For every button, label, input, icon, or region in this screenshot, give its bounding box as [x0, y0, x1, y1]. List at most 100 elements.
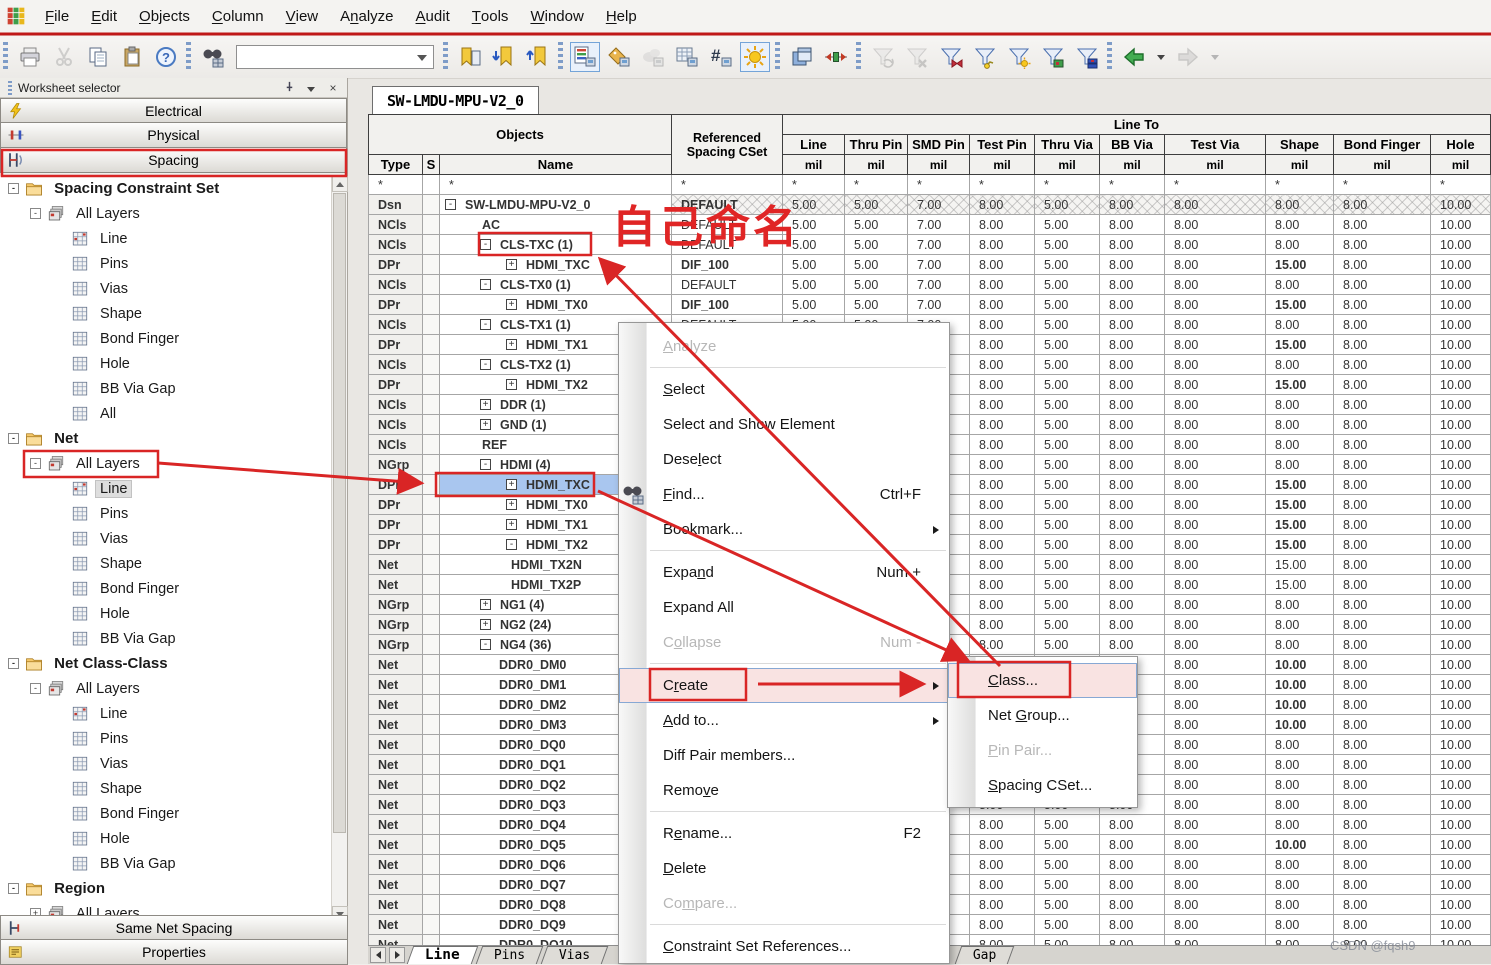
print-button[interactable]	[15, 42, 45, 72]
cell-test-pin[interactable]: 8.00	[969, 494, 1035, 515]
cell-bond-finger[interactable]: 8.00	[1333, 574, 1431, 595]
cell-bond-finger[interactable]: 8.00	[1333, 734, 1431, 755]
sheet-tab-overflow[interactable]: Gap	[954, 946, 1015, 964]
cell-bb-via[interactable]: 8.00	[1099, 474, 1165, 495]
context-menu-item-expand-all[interactable]: Expand All	[619, 590, 949, 625]
cell-bb-via[interactable]: 8.00	[1099, 894, 1165, 915]
tree-item-pins[interactable]: Pins	[0, 251, 331, 276]
menu-help[interactable]: Help	[595, 0, 648, 33]
window-stack-button[interactable]	[787, 42, 817, 72]
cell-bond-finger[interactable]: 8.00	[1333, 314, 1431, 335]
cell-bb-via[interactable]: 8.00	[1099, 234, 1165, 255]
cell-line[interactable]: 5.00	[782, 294, 845, 315]
cell-bb-via[interactable]: 8.00	[1099, 554, 1165, 575]
toolbar-separator-handle[interactable]	[856, 42, 861, 72]
cell-test-pin[interactable]: 8.00	[969, 414, 1035, 435]
cell-test-pin[interactable]: 8.00	[969, 394, 1035, 415]
cell-s[interactable]	[422, 474, 440, 495]
tree-item-shape[interactable]: Shape	[0, 551, 331, 576]
cell-referenced-cset[interactable]: DEFAULT	[671, 274, 783, 295]
cell-line[interactable]: 5.00	[782, 274, 845, 295]
filter-apply-green-button[interactable]	[1038, 42, 1068, 72]
cell-type[interactable]: DPr	[368, 474, 423, 495]
cell-shape[interactable]: 15.00	[1265, 294, 1334, 315]
cell-bond-finger[interactable]: 8.00	[1333, 594, 1431, 615]
cell-shape[interactable]: 8.00	[1265, 314, 1334, 335]
cell-bb-via[interactable]: 8.00	[1099, 374, 1165, 395]
cell-shape[interactable]: 8.00	[1265, 454, 1334, 475]
cell-thru-via[interactable]: 5.00	[1034, 394, 1100, 415]
tree-item-pins[interactable]: Pins	[0, 726, 331, 751]
cell-s[interactable]	[422, 854, 440, 875]
sidebar-category-physical[interactable]: Physical	[0, 123, 347, 148]
toolbar-separator-handle[interactable]	[558, 42, 563, 72]
cell-shape[interactable]: 8.00	[1265, 854, 1334, 875]
cell-s[interactable]	[422, 434, 440, 455]
cell-shape[interactable]: 8.00	[1265, 894, 1334, 915]
cell-bb-via[interactable]: 8.00	[1099, 614, 1165, 635]
cell-test-pin[interactable]: 8.00	[969, 454, 1035, 475]
cell-type[interactable]: Dsn	[368, 194, 423, 215]
cell-thru-via[interactable]: 5.00	[1034, 274, 1100, 295]
cell-name[interactable]: + HDMI_TX0	[439, 294, 672, 315]
cell-shape[interactable]: 8.00	[1265, 434, 1334, 455]
cell-hole[interactable]: 10.00	[1430, 694, 1491, 715]
cell-s[interactable]	[422, 714, 440, 735]
cell-type[interactable]: Net	[368, 694, 423, 715]
cell-shape[interactable]: 10.00	[1265, 694, 1334, 715]
cell-bond-finger[interactable]: 8.00	[1333, 354, 1431, 375]
cell-bb-via[interactable]: 8.00	[1099, 534, 1165, 555]
collapse-icon[interactable]: -	[30, 458, 41, 469]
cell-s[interactable]	[422, 654, 440, 675]
cell-hole[interactable]: 10.00	[1430, 534, 1491, 555]
find-combobox[interactable]	[236, 45, 434, 69]
cell-hole[interactable]: 10.00	[1430, 814, 1491, 835]
context-menu-item-rename[interactable]: Rename... F2	[619, 816, 949, 851]
tree-item-pins[interactable]: Pins	[0, 501, 331, 526]
cell-type[interactable]: NGrp	[368, 594, 423, 615]
collapse-icon[interactable]: -	[30, 208, 41, 219]
cell-type[interactable]: NGrp	[368, 614, 423, 635]
cell-shape[interactable]: 15.00	[1265, 514, 1334, 535]
cell-bond-finger[interactable]: 8.00	[1333, 214, 1431, 235]
cell-hole[interactable]: 10.00	[1430, 554, 1491, 575]
cell-type[interactable]: NCls	[368, 354, 423, 375]
cell-thru-via[interactable]: 5.00	[1034, 374, 1100, 395]
expand-icon[interactable]: +	[480, 419, 491, 430]
sidebar-category-spacing[interactable]: Spacing	[0, 148, 347, 173]
cell-hole[interactable]: 10.00	[1430, 654, 1491, 675]
cell-hole[interactable]: 10.00	[1430, 754, 1491, 775]
cell-hole[interactable]: 10.00	[1430, 234, 1491, 255]
cell-bb-via[interactable]: 8.00	[1099, 454, 1165, 475]
menu-analyze[interactable]: An alyze	[329, 0, 404, 33]
cell-test-via[interactable]: 8.00	[1164, 214, 1266, 235]
cell-thru-via[interactable]: 5.00	[1034, 894, 1100, 915]
cell-test-pin[interactable]: 8.00	[969, 894, 1035, 915]
cell-shape[interactable]: 15.00	[1265, 474, 1334, 495]
cell-test-via[interactable]: 8.00	[1164, 574, 1266, 595]
cell-test-pin[interactable]: 8.00	[969, 474, 1035, 495]
cell-bb-via[interactable]: 8.00	[1099, 254, 1165, 275]
cell-shape[interactable]: 8.00	[1265, 594, 1334, 615]
cell-shape[interactable]: 8.00	[1265, 214, 1334, 235]
cell-bond-finger[interactable]: 8.00	[1333, 374, 1431, 395]
worksheet-spacing-button[interactable]	[740, 42, 770, 72]
cell-bb-via[interactable]: 8.00	[1099, 834, 1165, 855]
chevron-down-icon[interactable]	[303, 81, 319, 95]
filter-cell[interactable]: *	[368, 174, 423, 195]
collapse-icon[interactable]: -	[30, 683, 41, 694]
cell-s[interactable]	[422, 794, 440, 815]
cell-bb-via[interactable]: 8.00	[1099, 854, 1165, 875]
cell-s[interactable]	[422, 694, 440, 715]
cell-test-via[interactable]: 8.00	[1164, 554, 1266, 575]
worksheet-gray-button[interactable]	[638, 42, 668, 72]
expand-icon[interactable]: +	[506, 339, 517, 350]
cell-thru-via[interactable]: 5.00	[1034, 194, 1100, 215]
cell-test-via[interactable]: 8.00	[1164, 694, 1266, 715]
menu-audit[interactable]: Audit	[405, 0, 461, 33]
cell-test-pin[interactable]: 8.00	[969, 314, 1035, 335]
cell-test-via[interactable]: 8.00	[1164, 334, 1266, 355]
cell-type[interactable]: Net	[368, 554, 423, 575]
cell-test-via[interactable]: 8.00	[1164, 814, 1266, 835]
cell-bond-finger[interactable]: 8.00	[1333, 194, 1431, 215]
